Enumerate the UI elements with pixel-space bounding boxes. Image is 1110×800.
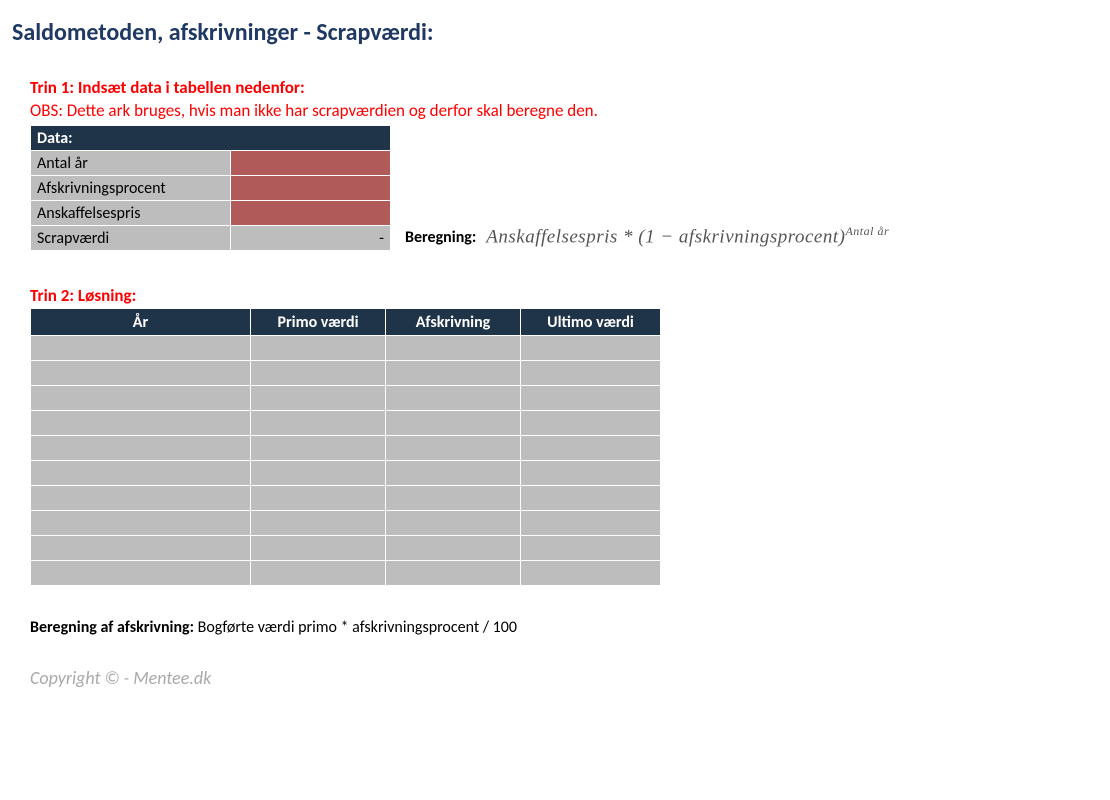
beregning-afskrivning-text: Bogførte værdi primo * afskrivningsproce… <box>198 618 517 637</box>
table-cell <box>31 386 251 411</box>
step2-heading: Trin 2: Løsning: <box>30 285 1100 306</box>
data-row-scrapvaerdi: Scrapværdi - <box>31 226 391 251</box>
table-cell <box>251 561 386 586</box>
table-row <box>31 386 661 411</box>
table-cell <box>521 436 661 461</box>
table-row <box>31 411 661 436</box>
beregning-line: Beregning: Anskaffelsespris * (1 − afskr… <box>405 224 889 251</box>
solution-table: År Primo værdi Afskrivning Ultimo værdi <box>30 308 661 586</box>
table-cell <box>521 336 661 361</box>
table-cell <box>251 386 386 411</box>
table-cell <box>31 436 251 461</box>
beregning-formula: Anskaffelsespris * (1 − afskrivningsproc… <box>486 224 889 248</box>
table-cell <box>31 486 251 511</box>
table-cell <box>386 411 521 436</box>
data-row-afskrivningsprocent: Afskrivningsprocent <box>31 176 391 201</box>
label-anskaffelsespris: Anskaffelsespris <box>31 201 231 226</box>
table-cell <box>521 486 661 511</box>
table-cell <box>386 536 521 561</box>
table-cell <box>521 411 661 436</box>
table-cell <box>31 561 251 586</box>
page-title: Saldometoden, afskrivninger - Scrapværdi… <box>12 18 1100 47</box>
data-table-header: Data: <box>31 126 391 151</box>
table-cell <box>251 536 386 561</box>
table-row <box>31 511 661 536</box>
table-row <box>31 361 661 386</box>
table-cell <box>521 536 661 561</box>
table-cell <box>31 511 251 536</box>
data-row-anskaffelsespris: Anskaffelsespris <box>31 201 391 226</box>
table-cell <box>521 561 661 586</box>
input-afskrivningsprocent[interactable] <box>231 176 391 201</box>
label-afskrivningsprocent: Afskrivningsprocent <box>31 176 231 201</box>
table-cell <box>386 436 521 461</box>
table-cell <box>31 336 251 361</box>
data-row-antal-ar: Antal år <box>31 151 391 176</box>
formula-exponent: Antal år <box>845 224 889 238</box>
label-antal-ar: Antal år <box>31 151 231 176</box>
table-cell <box>251 436 386 461</box>
table-cell <box>31 461 251 486</box>
formula-main: Anskaffelsespris * (1 − afskrivningsproc… <box>486 226 845 247</box>
table-cell <box>521 361 661 386</box>
data-table: Data: Antal år Afskrivningsprocent Anska… <box>30 125 391 251</box>
label-scrapvaerdi: Scrapværdi <box>31 226 231 251</box>
table-cell <box>31 361 251 386</box>
col-ar: År <box>31 309 251 336</box>
table-row <box>31 536 661 561</box>
beregning-afskrivning: Beregning af afskrivning: Bogførte værdi… <box>30 618 1100 637</box>
col-afskrivning: Afskrivning <box>386 309 521 336</box>
table-row <box>31 486 661 511</box>
beregning-afskrivning-label: Beregning af afskrivning: <box>30 618 198 637</box>
table-cell <box>521 461 661 486</box>
table-cell <box>31 411 251 436</box>
step1-note: OBS: Dette ark bruges, hvis man ikke har… <box>30 100 1100 121</box>
table-cell <box>386 461 521 486</box>
table-cell <box>251 461 386 486</box>
step1-heading: Trin 1: Indsæt data i tabellen nedenfor: <box>30 77 1100 98</box>
input-antal-ar[interactable] <box>231 151 391 176</box>
table-cell <box>386 386 521 411</box>
col-ultimo: Ultimo værdi <box>521 309 661 336</box>
table-cell <box>31 536 251 561</box>
input-anskaffelsespris[interactable] <box>231 201 391 226</box>
table-cell <box>521 386 661 411</box>
table-cell <box>386 486 521 511</box>
table-cell <box>386 336 521 361</box>
table-cell <box>521 511 661 536</box>
table-row <box>31 336 661 361</box>
col-primo: Primo værdi <box>251 309 386 336</box>
table-cell <box>386 561 521 586</box>
table-cell <box>251 511 386 536</box>
value-scrapvaerdi: - <box>231 226 391 251</box>
table-cell <box>251 361 386 386</box>
table-cell <box>386 361 521 386</box>
table-cell <box>251 486 386 511</box>
table-cell <box>251 336 386 361</box>
table-row <box>31 461 661 486</box>
table-row <box>31 436 661 461</box>
table-cell <box>386 511 521 536</box>
copyright: Copyright © - Mentee.dk <box>30 667 1100 689</box>
table-row <box>31 561 661 586</box>
table-cell <box>251 411 386 436</box>
beregning-label: Beregning: <box>405 228 476 247</box>
